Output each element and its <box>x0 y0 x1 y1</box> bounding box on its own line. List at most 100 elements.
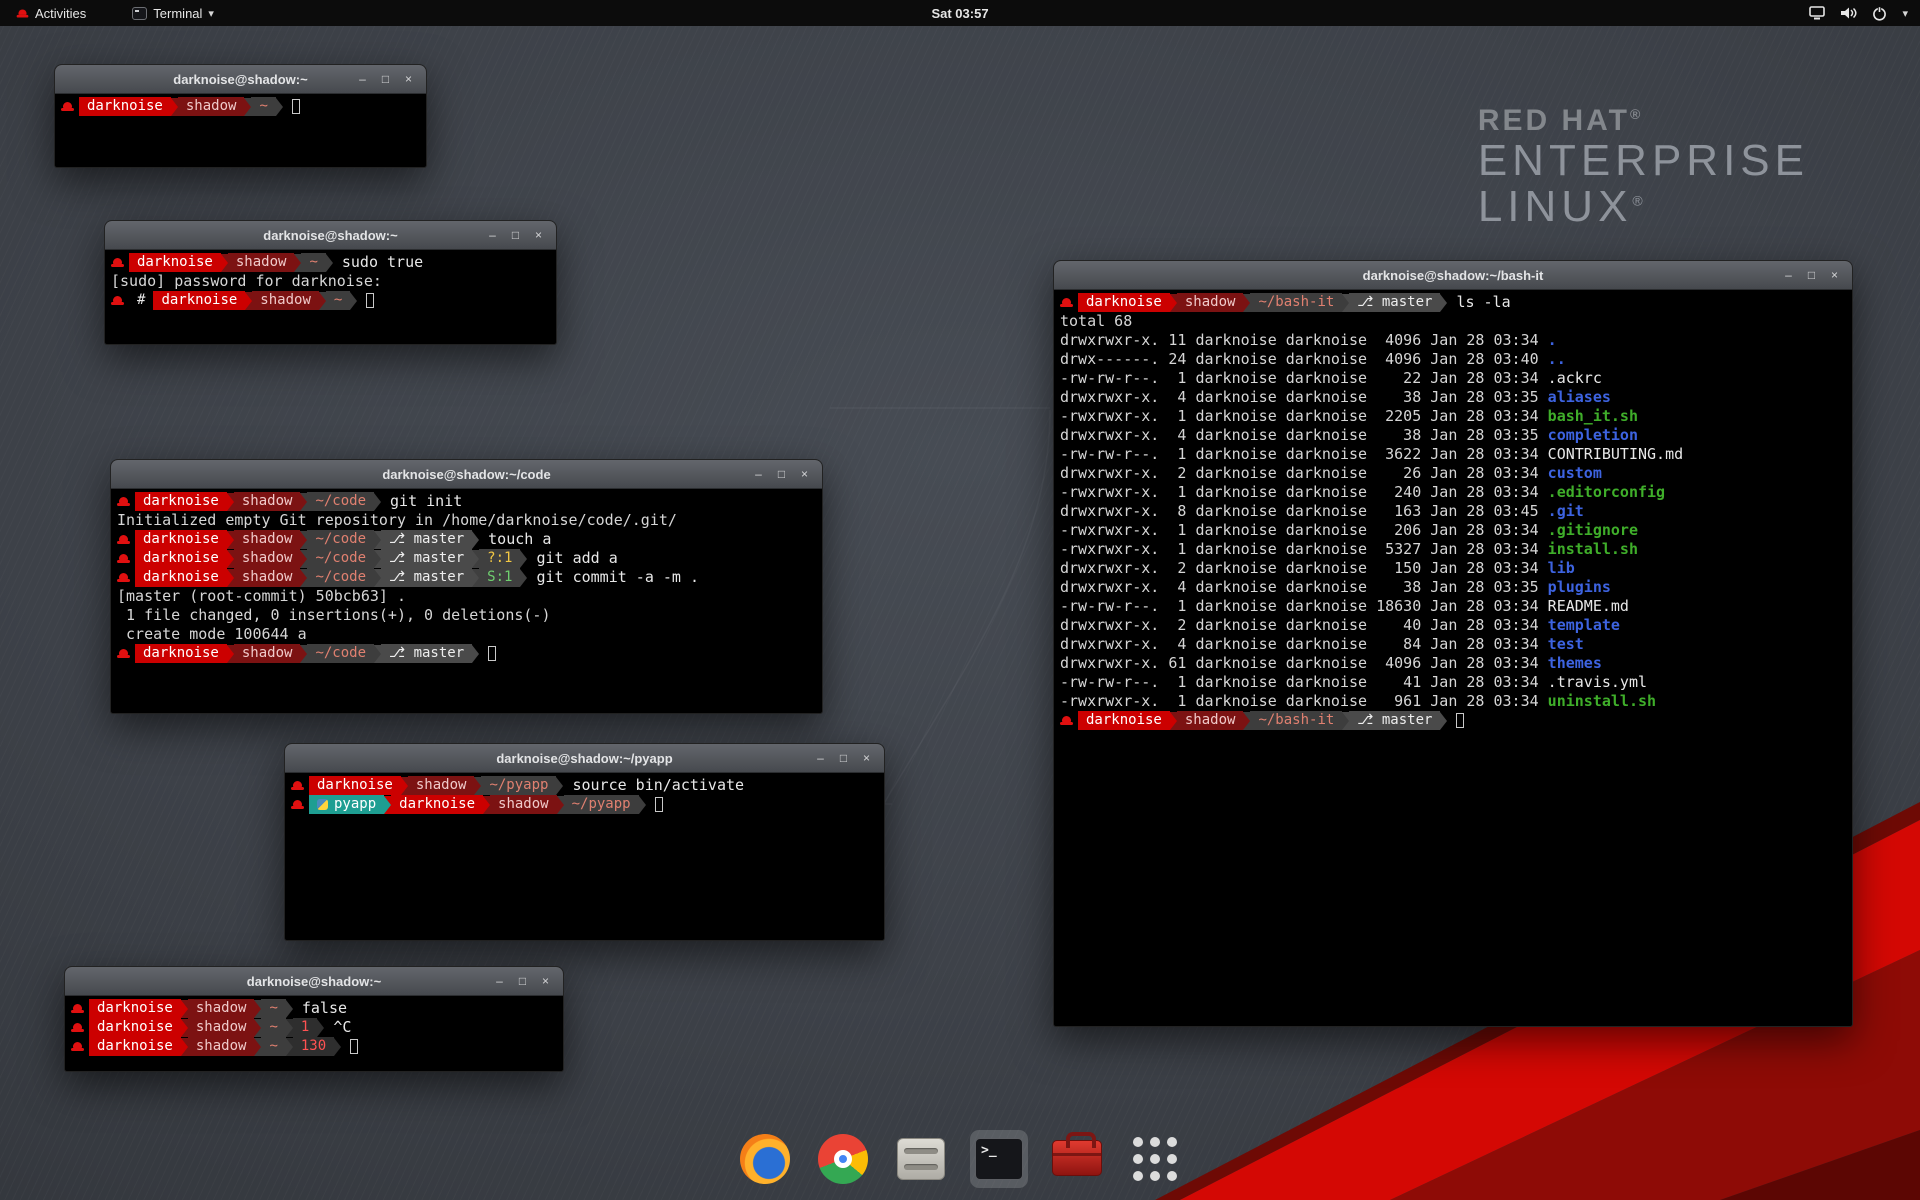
powerline-separator <box>300 493 307 511</box>
power-icon[interactable] <box>1872 6 1887 21</box>
clock[interactable]: Sat 03:57 <box>0 6 1920 21</box>
file-attributes: drwxrwxr-x. 11 darknoise darknoise 4096 … <box>1060 331 1548 349</box>
prompt-segment-path: ~/code <box>307 549 374 568</box>
title-bar[interactable]: darknoise@shadow:~ – □ × <box>55 65 426 94</box>
powerline-separator <box>1440 712 1447 730</box>
maximize-button[interactable]: □ <box>834 749 853 768</box>
powerline-separator <box>334 1038 341 1056</box>
close-button[interactable]: × <box>536 972 555 991</box>
prompt-segment-user: darknoise <box>129 253 221 272</box>
powerline-separator <box>474 777 481 795</box>
title-bar[interactable]: darknoise@shadow:~/bash-it – □ × <box>1054 261 1852 290</box>
file-name: test <box>1548 635 1584 653</box>
minimize-button[interactable]: – <box>749 465 768 484</box>
powerline-separator <box>227 493 234 511</box>
close-button[interactable]: × <box>529 226 548 245</box>
prompt-segment-user: darknoise <box>89 999 181 1018</box>
powerline-separator <box>319 292 326 310</box>
file-name: plugins <box>1548 578 1611 596</box>
file-name: install.sh <box>1548 540 1638 558</box>
files-icon[interactable] <box>892 1130 950 1188</box>
minimize-button[interactable]: – <box>483 226 502 245</box>
terminal-viewport[interactable]: darknoiseshadow~/bash-it⎇ masterls -lato… <box>1054 290 1852 733</box>
powerline-separator <box>300 569 307 587</box>
file-attributes: -rw-rw-r--. 1 darknoise darknoise 3622 J… <box>1060 445 1548 463</box>
minimize-button[interactable]: – <box>490 972 509 991</box>
terminal-cursor <box>1456 713 1464 728</box>
terminal-viewport[interactable]: darknoiseshadow~falsedarknoiseshadow~1^C… <box>65 996 563 1059</box>
prompt-segment-user: darknoise <box>135 492 227 511</box>
title-bar[interactable]: darknoise@shadow:~/code – □ × <box>111 460 822 489</box>
terminal-line: darknoiseshadow~/bash-it⎇ master <box>1060 711 1846 730</box>
terminal-dock-icon[interactable]: >_ <box>970 1130 1028 1188</box>
prompt-segment-user: darknoise <box>391 795 483 814</box>
terminal-line: darknoiseshadow~/pyappsource bin/activat… <box>291 776 878 795</box>
volume-icon[interactable] <box>1840 6 1857 20</box>
maximize-button[interactable]: □ <box>1802 266 1821 285</box>
app-grid-icon[interactable] <box>1126 1130 1184 1188</box>
terminal-line: Initialized empty Git repository in /hom… <box>117 511 816 530</box>
terminal-viewport[interactable]: darknoiseshadow~/codegit initInitialized… <box>111 489 822 666</box>
title-bar[interactable]: darknoise@shadow:~/pyapp – □ × <box>285 744 884 773</box>
powerline-separator <box>556 777 563 795</box>
maximize-button[interactable]: □ <box>506 226 525 245</box>
powerline-separator <box>181 1019 188 1037</box>
terminal-cursor <box>366 293 374 308</box>
close-button[interactable]: × <box>399 70 418 89</box>
close-button[interactable]: × <box>795 465 814 484</box>
file-attributes: -rwxrwxr-x. 1 darknoise darknoise 5327 J… <box>1060 540 1548 558</box>
powerline-separator <box>374 493 381 511</box>
terminal-viewport[interactable]: darknoiseshadow~sudo true[sudo] password… <box>105 250 556 313</box>
redhat-prompt-icon <box>1060 297 1073 308</box>
prompt-segment-host: shadow <box>228 253 295 272</box>
terminal-line: [sudo] password for darknoise: <box>111 272 550 291</box>
title-bar[interactable]: darknoise@shadow:~ – □ × <box>105 221 556 250</box>
rhel-logo-brand: RED HAT® <box>1478 104 1809 138</box>
close-button[interactable]: × <box>1825 266 1844 285</box>
prompt-segment-err: 1 <box>293 1018 317 1037</box>
terminal-line: -rw-rw-r--. 1 darknoise darknoise 18630 … <box>1060 597 1846 616</box>
file-attributes: drwxrwxr-x. 8 darknoise darknoise 163 Ja… <box>1060 502 1548 520</box>
terminal-line: -rw-rw-r--. 1 darknoise darknoise 41 Jan… <box>1060 673 1846 692</box>
redhat-prompt-icon <box>117 496 130 507</box>
powerline-separator <box>520 550 527 568</box>
terminal-line: drwxrwxr-x. 2 darknoise darknoise 26 Jan… <box>1060 464 1846 483</box>
terminal-viewport[interactable]: darknoiseshadow~ <box>55 94 426 119</box>
terminal-line: drwxrwxr-x. 4 darknoise darknoise 84 Jan… <box>1060 635 1846 654</box>
powerline-separator <box>1440 294 1447 312</box>
minimize-button[interactable]: – <box>353 70 372 89</box>
powerline-separator <box>374 645 381 663</box>
minimize-button[interactable]: – <box>811 749 830 768</box>
chrome-icon[interactable] <box>814 1130 872 1188</box>
powerline-separator <box>1170 294 1177 312</box>
terminal-line: darknoiseshadow~1^C <box>71 1018 557 1037</box>
redhat-prompt-icon <box>111 295 124 306</box>
minimize-button[interactable]: – <box>1779 266 1798 285</box>
powerline-separator <box>227 531 234 549</box>
terminal-line: drwxrwxr-x. 2 darknoise darknoise 40 Jan… <box>1060 616 1846 635</box>
prompt-segment-git: ⎇ master <box>1349 711 1440 730</box>
prompt-segment-host: shadow <box>1177 293 1244 312</box>
window-title: darknoise@shadow:~/code <box>111 467 822 482</box>
file-attributes: drwxrwxr-x. 2 darknoise darknoise 150 Ja… <box>1060 559 1548 577</box>
powerline-separator <box>384 796 391 814</box>
powerline-separator <box>374 531 381 549</box>
title-bar[interactable]: darknoise@shadow:~ – □ × <box>65 967 563 996</box>
terminal-line: -rwxrwxr-x. 1 darknoise darknoise 240 Ja… <box>1060 483 1846 502</box>
firefox-icon[interactable] <box>736 1130 794 1188</box>
rhel-wallpaper-logo: RED HAT® ENTERPRISE LINUX® <box>1478 104 1809 230</box>
toolbox-icon[interactable] <box>1048 1130 1106 1188</box>
system-menu-caret-icon[interactable]: ▾ <box>1902 7 1908 20</box>
powerline-separator <box>326 254 333 272</box>
redhat-prompt-icon <box>71 1041 84 1052</box>
maximize-button[interactable]: □ <box>513 972 532 991</box>
prompt-segment-git: ⎇ master <box>381 530 472 549</box>
maximize-button[interactable]: □ <box>376 70 395 89</box>
close-button[interactable]: × <box>857 749 876 768</box>
terminal-viewport[interactable]: darknoiseshadow~/pyappsource bin/activat… <box>285 773 884 817</box>
maximize-button[interactable]: □ <box>772 465 791 484</box>
prompt-segment-host: shadow <box>188 999 255 1018</box>
powerline-separator <box>181 1000 188 1018</box>
display-icon[interactable] <box>1809 6 1825 20</box>
redhat-prompt-icon <box>61 101 74 112</box>
